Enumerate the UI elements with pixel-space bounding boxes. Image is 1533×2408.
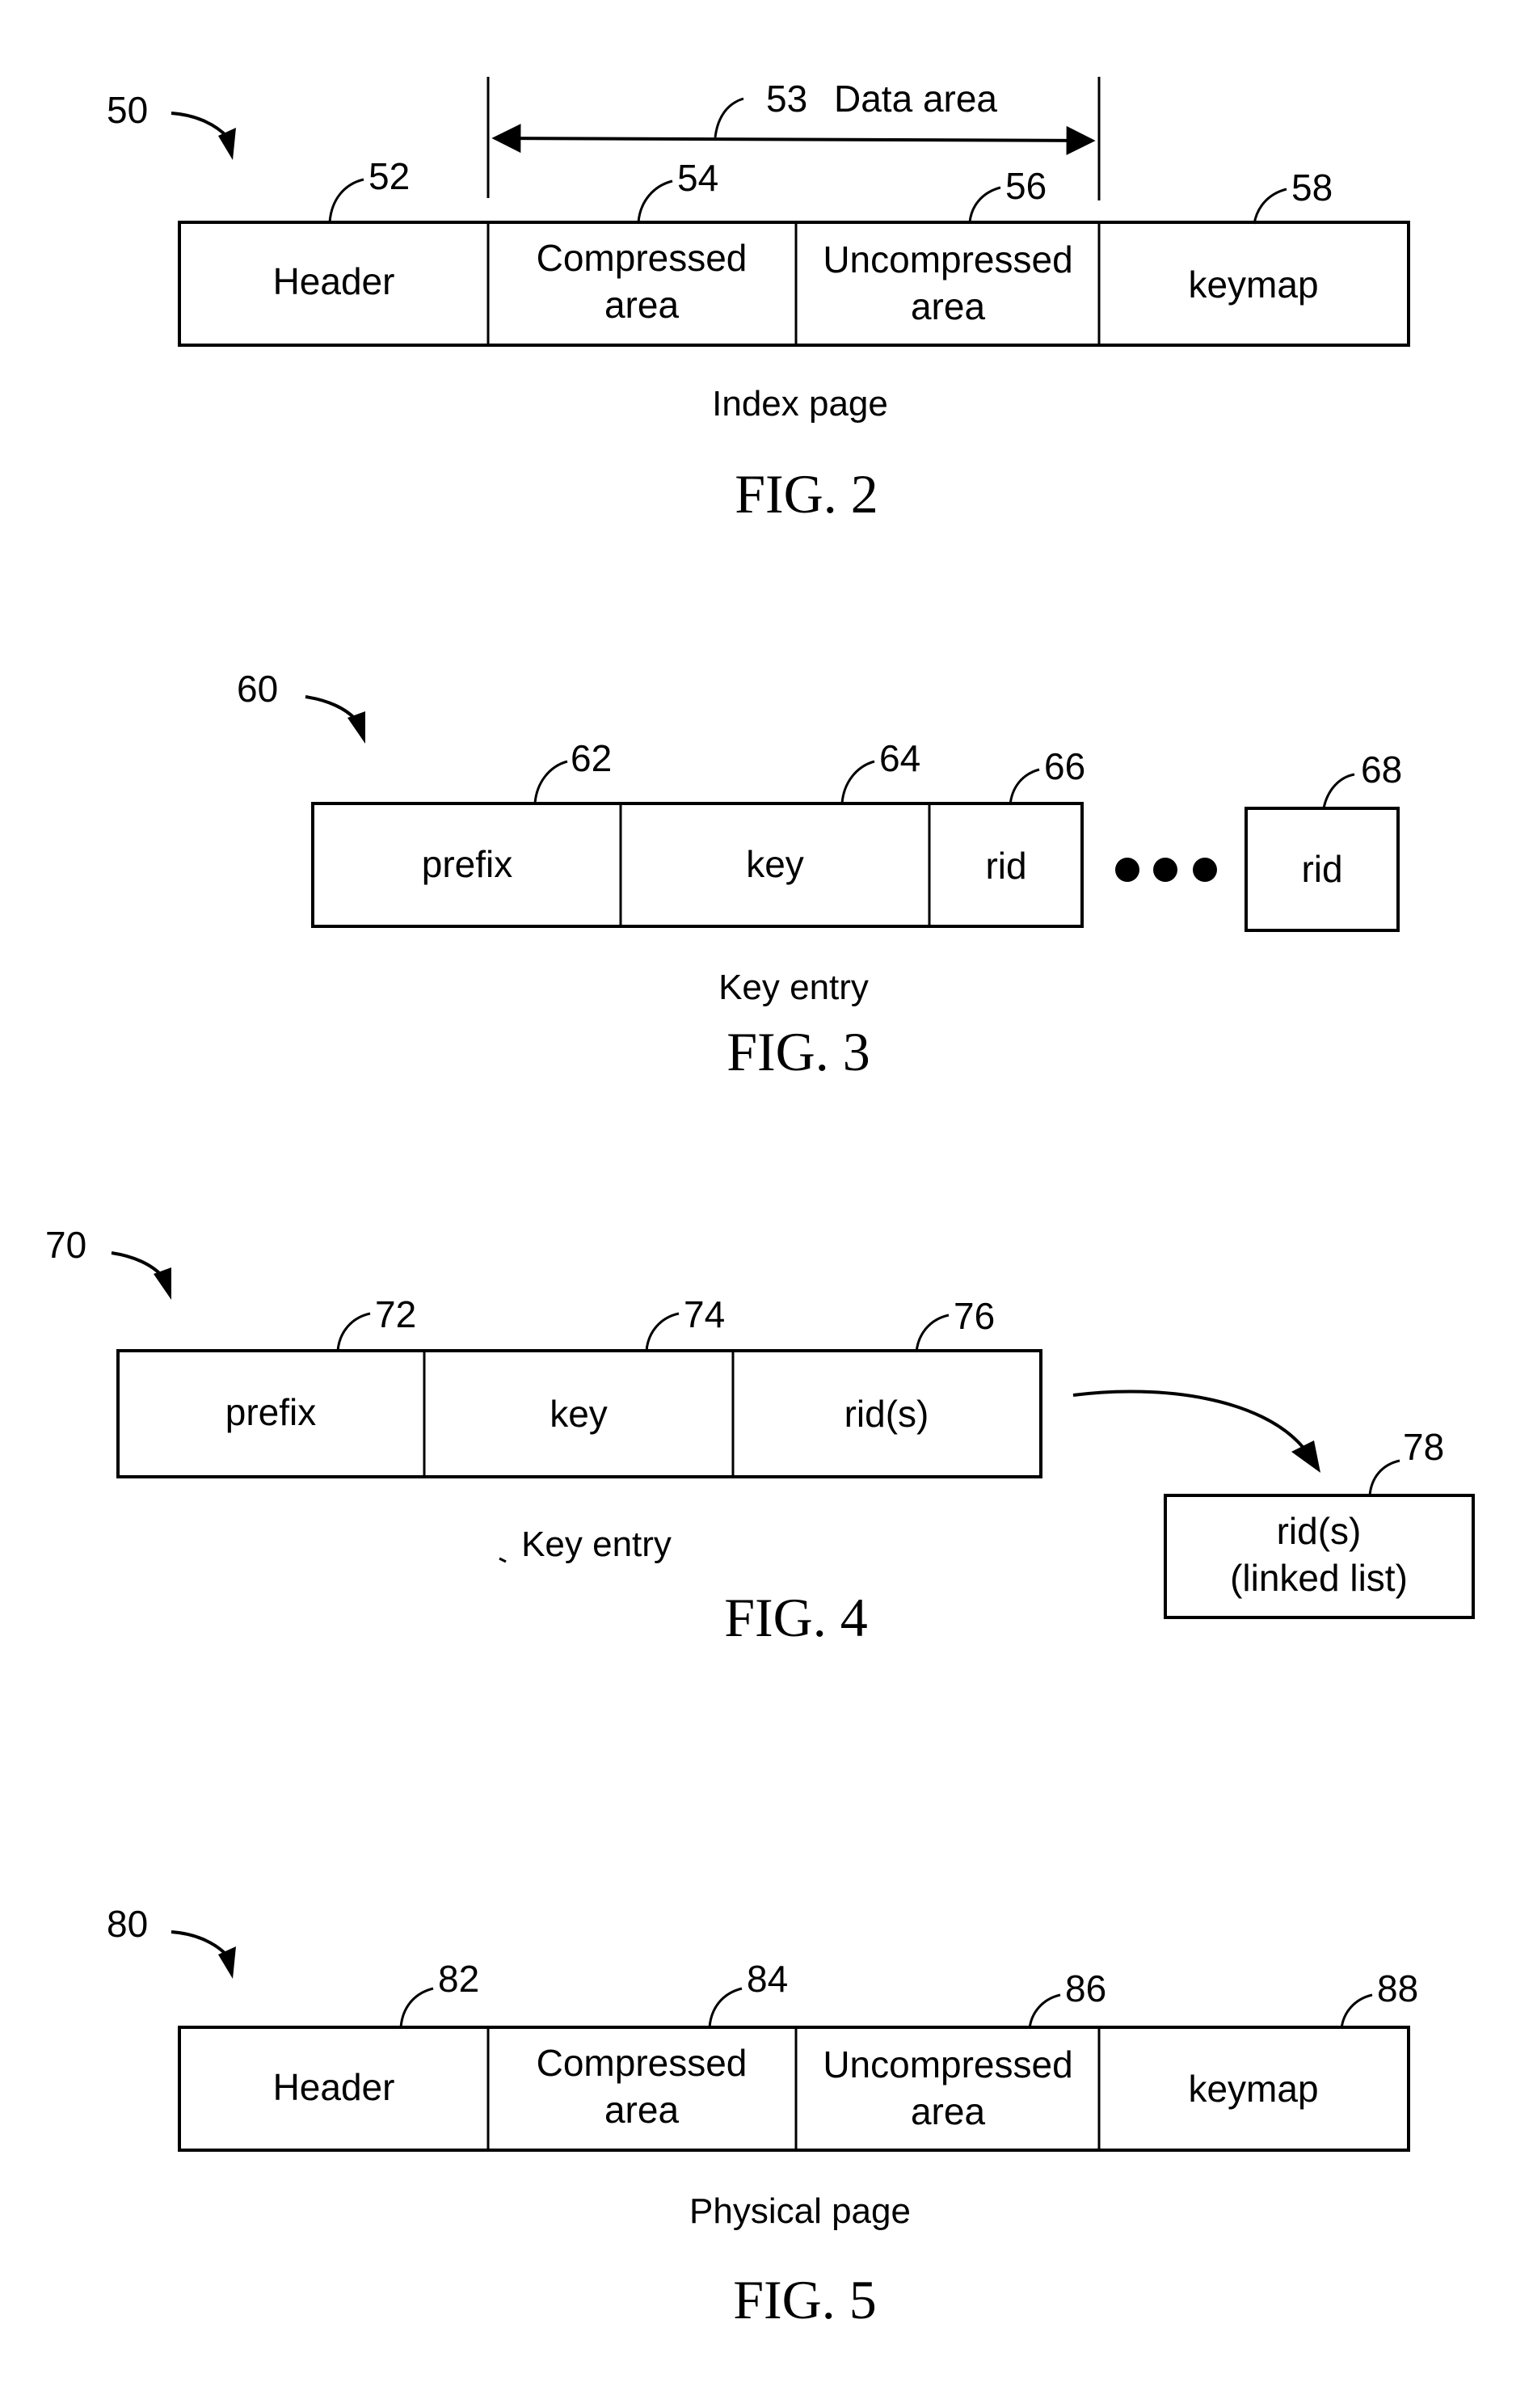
fig5-ref-arrow — [171, 1930, 230, 1958]
key-entry-boxes: prefix 62 key 64 rid 66 — [311, 737, 1085, 928]
fig2-title: FIG. 2 — [735, 463, 878, 525]
fig2-caption: Index page — [712, 384, 888, 424]
ref-86: 86 — [1065, 1967, 1106, 2009]
leader-64 — [840, 760, 875, 804]
fig5-ref-label: 80 — [107, 1903, 148, 1945]
ref-72: 72 — [375, 1293, 416, 1335]
cell-compressed-label-line1: Compressed — [537, 237, 748, 279]
data-area-ref: 53 — [766, 78, 807, 120]
leader-84 — [708, 1987, 743, 2028]
fig5-title: FIG. 5 — [733, 2269, 877, 2330]
fig3-title: FIG. 3 — [726, 1021, 870, 1082]
ref-64: 64 — [879, 737, 920, 779]
leader-54 — [637, 179, 673, 223]
data-area-arrow — [491, 124, 1096, 155]
cell-key-label: key — [550, 1393, 608, 1435]
fig2: 50 53 Data area Header 52 Compressed are… — [107, 77, 1410, 525]
patent-drawing-sheet: 50 53 Data area Header 52 Compressed are… — [45, 77, 1475, 2330]
linked-list-pointer-arrowhead — [1291, 1440, 1320, 1473]
ellipsis-dot — [1153, 858, 1177, 882]
cell-header-label: Header — [273, 260, 395, 302]
leader-58 — [1253, 188, 1287, 225]
ellipsis-dot — [1193, 858, 1217, 882]
cell-keymap-label: keymap — [1188, 2068, 1318, 2110]
leader-68 — [1322, 773, 1355, 809]
cell-prefix-label: prefix — [422, 843, 512, 885]
leader-52 — [328, 178, 364, 223]
cell-prefix-label: prefix — [225, 1391, 316, 1433]
cell-compressed-label-line1: Compressed — [537, 2042, 748, 2084]
cell-uncompressed-label-line2: area — [911, 2090, 985, 2132]
leader-88 — [1340, 1993, 1373, 2030]
cell-rid-extra-label: rid — [1301, 848, 1342, 890]
ref-58: 58 — [1291, 167, 1333, 209]
fig4-caption: Key entry — [521, 1525, 672, 1564]
cell-rid-label: rid — [985, 845, 1026, 887]
cell-header-label: Header — [273, 2066, 395, 2108]
fig4-ref-label: 70 — [45, 1224, 86, 1266]
cell-keymap-label: keymap — [1188, 264, 1318, 306]
data-area-label: Data area — [834, 78, 997, 120]
fig5: 80 Header 82 Compressed area 84 Uncompre… — [107, 1903, 1418, 2330]
fig3: 60 prefix 62 key 64 rid 66 rid 68 Key en… — [237, 668, 1402, 1082]
ellipsis — [1115, 858, 1217, 882]
ref-68: 68 — [1361, 749, 1402, 791]
ref-52: 52 — [369, 155, 410, 197]
leader-78 — [1368, 1459, 1400, 1496]
linked-list-label-line1: rid(s) — [1277, 1510, 1362, 1552]
leader-86 — [1028, 1993, 1061, 2030]
ref-76: 76 — [954, 1295, 995, 1337]
key-entry-boxes: prefix 72 key 74 rid(s) 76 — [116, 1293, 1042, 1478]
ref-56: 56 — [1005, 165, 1047, 207]
fig5-caption: Physical page — [689, 2191, 911, 2231]
cell-linked-list: rid(s) (linked list) 78 — [1164, 1426, 1475, 1619]
leader-62 — [533, 760, 568, 804]
fig4-title: FIG. 4 — [724, 1587, 868, 1648]
leader-66 — [1009, 768, 1040, 806]
fig2-ref-label: 50 — [107, 89, 148, 131]
leader-76 — [915, 1314, 950, 1353]
ellipsis-dot — [1115, 858, 1139, 882]
leader-72 — [336, 1312, 371, 1352]
leader-82 — [399, 1987, 434, 2028]
physical-page-boxes: Header 82 Compressed area 84 Uncompresse… — [178, 1958, 1418, 2152]
cell-compressed-label-line2: area — [604, 2089, 679, 2131]
stray-tick-mark — [499, 1557, 507, 1563]
leader-56 — [968, 186, 1001, 223]
fig4: 70 prefix 72 key 74 rid(s) 76 rid(s) (li… — [45, 1224, 1475, 1648]
cell-rids-label: rid(s) — [844, 1393, 929, 1435]
linked-list-label-line2: (linked list) — [1230, 1557, 1408, 1599]
cell-compressed-label-line2: area — [604, 284, 679, 326]
fig2-ref-arrow — [171, 112, 230, 139]
ref-88: 88 — [1377, 1967, 1418, 2009]
ref-78: 78 — [1403, 1426, 1444, 1468]
ref-62: 62 — [571, 737, 612, 779]
ref-82: 82 — [438, 1958, 479, 2000]
ref-84: 84 — [747, 1958, 788, 2000]
leader-74 — [645, 1312, 680, 1352]
fig3-caption: Key entry — [718, 968, 869, 1007]
cell-uncompressed-label-line2: area — [911, 285, 985, 327]
ref-74: 74 — [684, 1293, 725, 1335]
ref-54: 54 — [677, 157, 718, 199]
cell-key-label: key — [746, 843, 804, 885]
cell-uncompressed-label-line1: Uncompressed — [823, 2043, 1072, 2085]
data-area-leader — [714, 97, 744, 138]
cell-rid-extra: rid 68 — [1245, 749, 1402, 932]
index-page-boxes: Header 52 Compressed area 54 Uncompresse… — [178, 155, 1410, 347]
ref-66: 66 — [1044, 745, 1085, 787]
linked-list-pointer-arrow — [1072, 1390, 1304, 1449]
cell-uncompressed-label-line1: Uncompressed — [823, 238, 1072, 280]
fig3-ref-label: 60 — [237, 668, 278, 710]
